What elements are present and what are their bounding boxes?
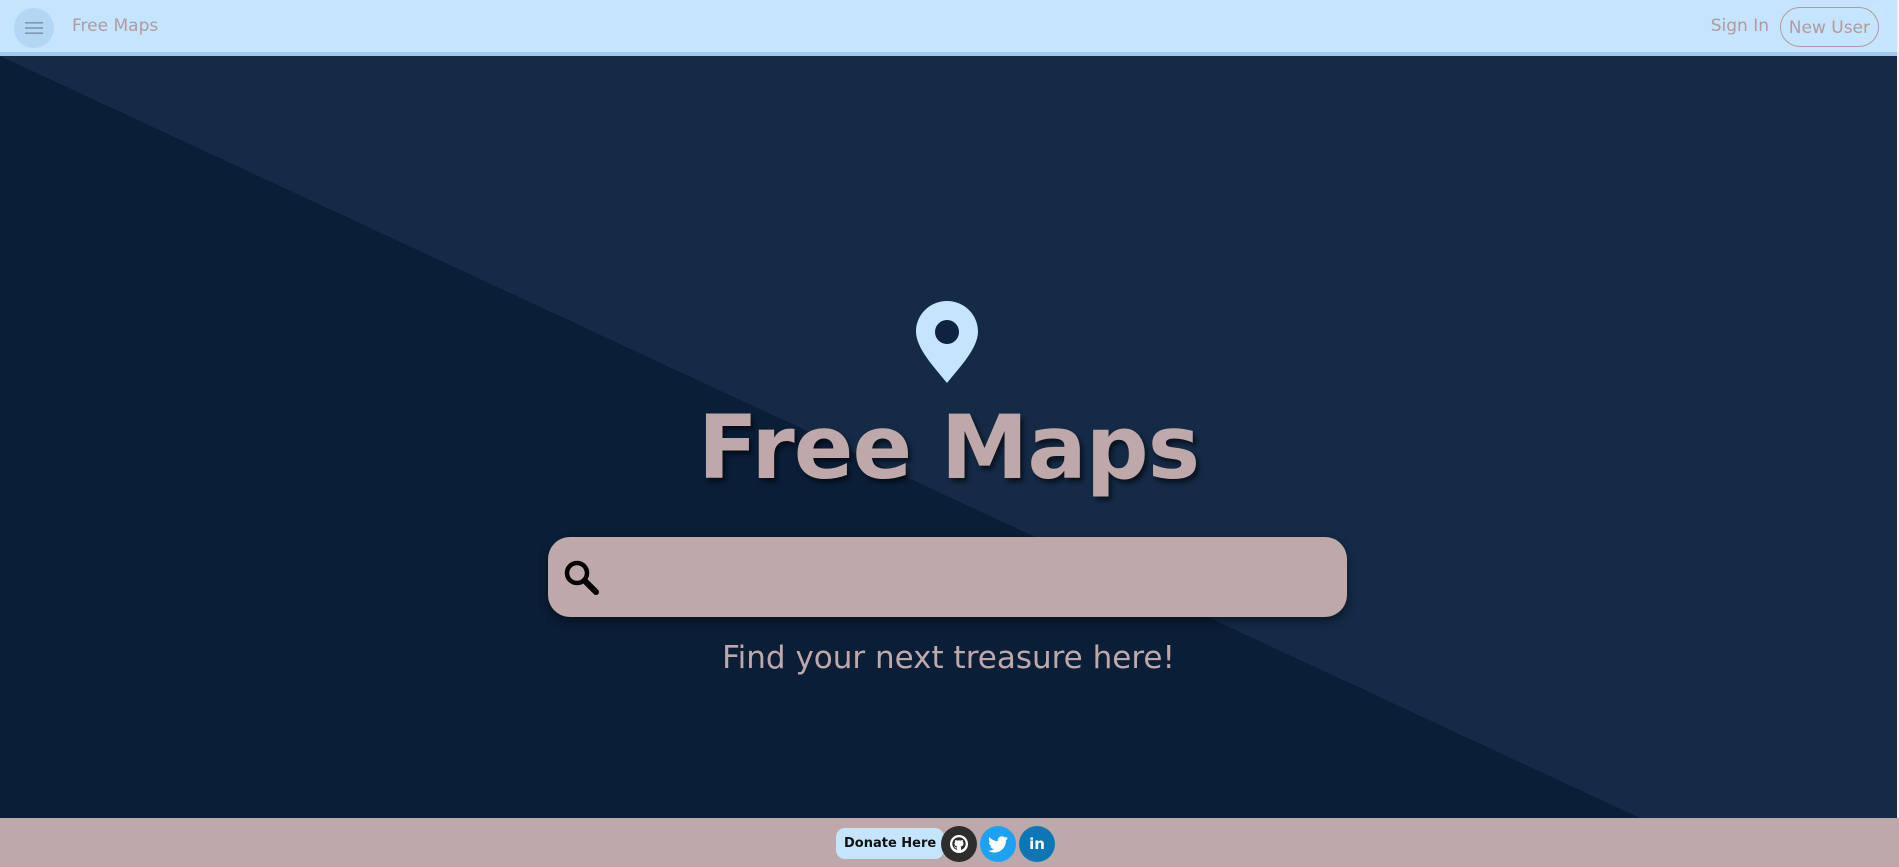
menu-button[interactable] (14, 8, 54, 48)
hamburger-menu-icon (25, 22, 43, 34)
search-input[interactable] (618, 547, 1332, 609)
github-icon (950, 835, 968, 853)
linkedin-link[interactable]: in (1019, 826, 1055, 862)
new-user-button[interactable]: New User (1779, 7, 1879, 47)
brand-link[interactable]: Free Maps (72, 16, 158, 36)
hero-title: Free Maps (697, 396, 1200, 499)
search-icon[interactable] (563, 559, 599, 595)
linkedin-icon: in (1029, 835, 1045, 853)
twitter-link[interactable] (980, 826, 1016, 862)
sign-in-link[interactable]: Sign In (1711, 16, 1769, 36)
twitter-icon (988, 835, 1008, 852)
top-navbar: Free Maps Sign In New User (0, 0, 1897, 56)
github-link[interactable] (941, 826, 977, 862)
location-pin-icon (916, 301, 978, 383)
search-bar[interactable] (548, 537, 1347, 617)
donate-button[interactable]: Donate Here (836, 828, 945, 859)
hero-tagline: Find your next treasure here! (722, 640, 1175, 676)
footer: Donate Here in (0, 818, 1899, 867)
